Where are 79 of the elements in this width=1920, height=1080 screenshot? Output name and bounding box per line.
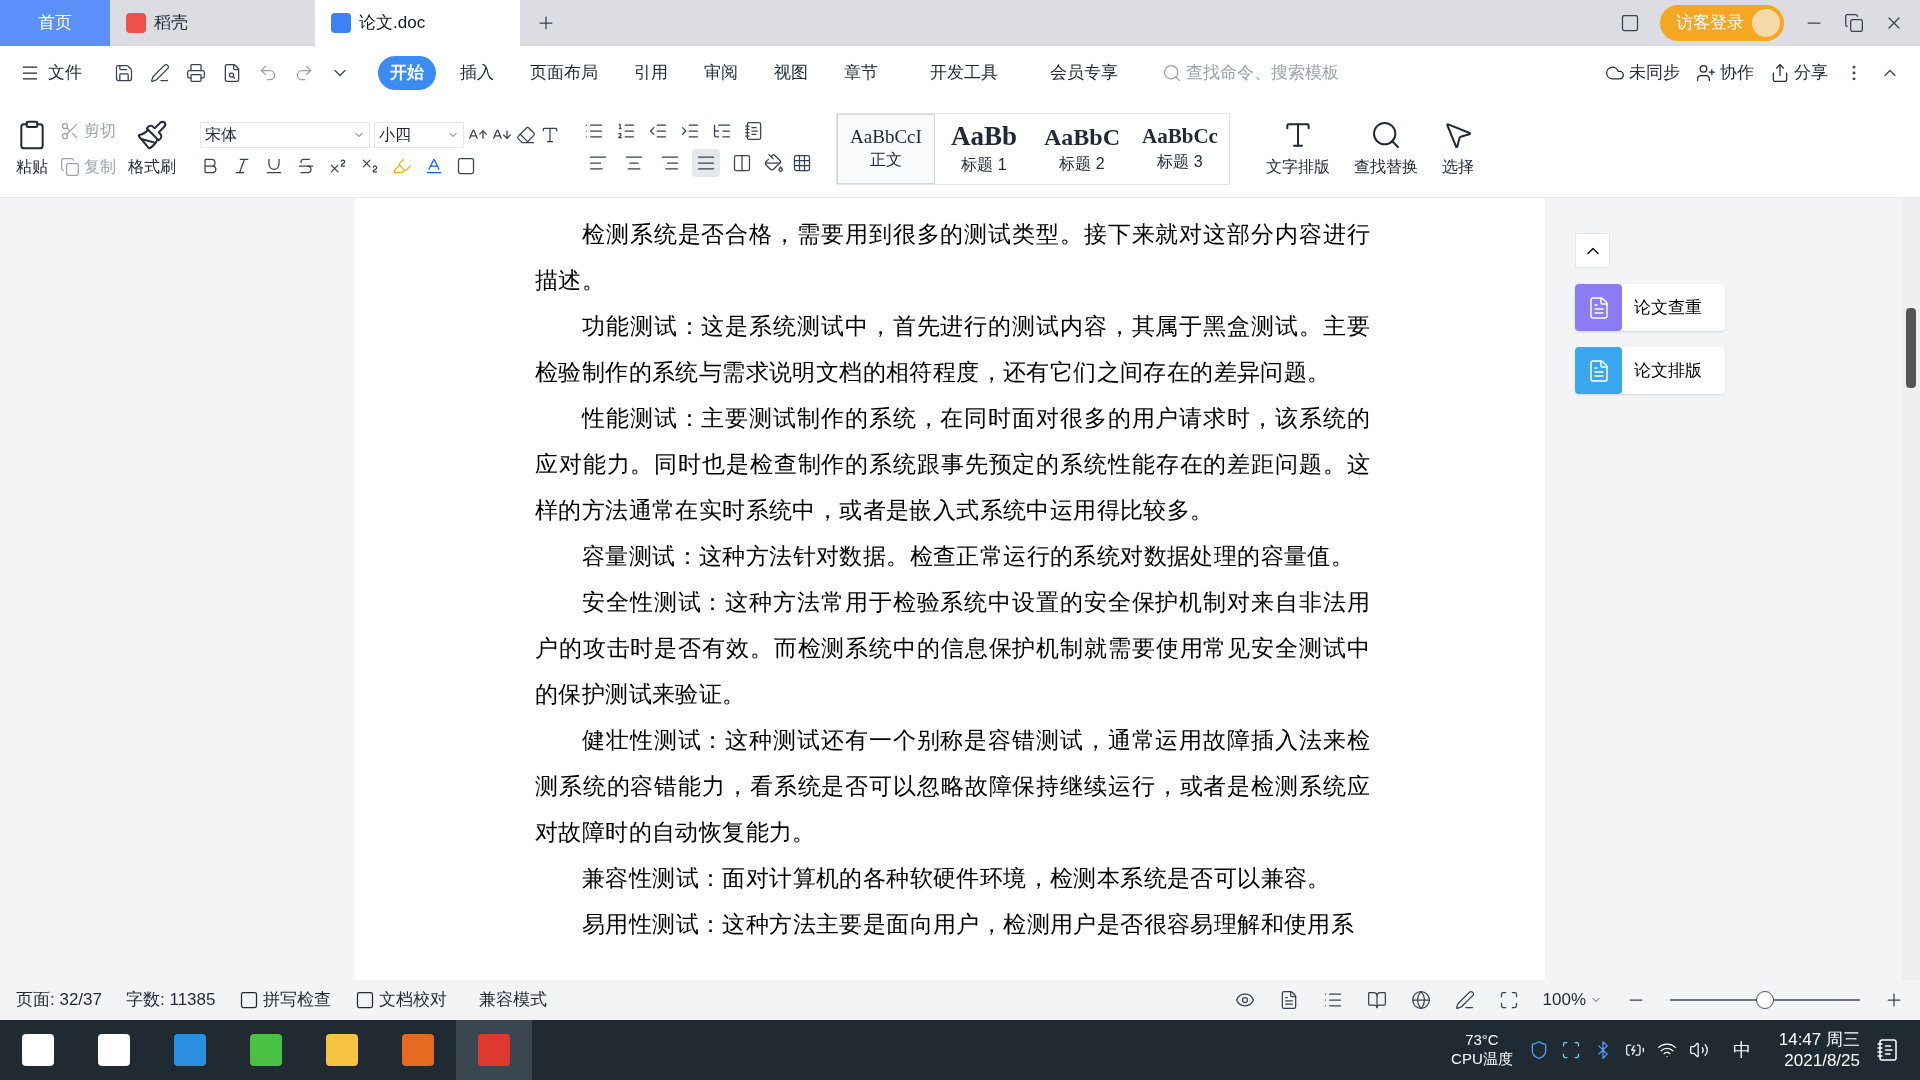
checkbox-icon bbox=[239, 990, 260, 1010]
print-icon[interactable] bbox=[186, 63, 206, 83]
style-preset[interactable]: AaBb 标题 1 bbox=[935, 113, 1033, 184]
zoom-dropdown[interactable]: 100% bbox=[1542, 987, 1602, 1013]
ribbon-tab[interactable]: 会员专享 bbox=[1038, 56, 1130, 90]
style-preset[interactable]: AaBbC 标题 2 bbox=[1033, 113, 1131, 184]
ribbon-tab[interactable]: 视图 bbox=[762, 56, 820, 90]
web-view-icon[interactable] bbox=[1410, 990, 1431, 1010]
window-layout-icon[interactable] bbox=[1620, 13, 1640, 33]
paragraph-icon[interactable] bbox=[744, 120, 764, 141]
ribbon-tool[interactable]: 选择 bbox=[1442, 118, 1474, 179]
document-tab[interactable]: 论文.doc bbox=[315, 0, 520, 46]
paragraph: 性能测试：主要测试制作的系统，在同时面对很多的用户请求时，该系统的应对能力。同时也是检查制作的系统跟事先预定的系统性能存在的差距问题。这样的方法通常在实时系统中，或者是嵌入式系统中运用得比较多。 bbox=[535, 405, 1370, 525]
status-check-button[interactable]: 拼写检查 bbox=[239, 987, 332, 1013]
restore-icon[interactable] bbox=[1844, 13, 1864, 33]
paragraph: 易用性测试：这种方法主要是面向用户，检测用户是否很容易理解和使用系 bbox=[581, 911, 1356, 939]
tray-app-icon[interactable] bbox=[1560, 1040, 1581, 1060]
paragraph: 安全性测试：这种方法常用于检验系统中设置的安全保护机制对来自非法用户的攻击时是否有效。而检测系统中的信息保护机制就需要使用常见安全测试中的保护测试来验证。 bbox=[535, 589, 1370, 709]
pen-icon[interactable] bbox=[1454, 990, 1475, 1010]
style-preset[interactable]: AaBbCc 标题 3 bbox=[1131, 113, 1229, 184]
paragraph: 兼容性测试：面对计算机的各种软硬件环境，检测本系统是否可以兼容。 bbox=[581, 865, 1332, 893]
clock[interactable]: 14:47 周三 2021/8/25 bbox=[1778, 1028, 1860, 1072]
format-painter-button[interactable]: 格式刷 bbox=[128, 118, 176, 179]
paste-button[interactable]: 粘贴 bbox=[16, 118, 48, 179]
compat-mode: 兼容模式 bbox=[479, 989, 548, 1012]
ribbon-tab[interactable]: 页面布局 bbox=[518, 56, 610, 90]
style-preset[interactable]: AaBbCcI 正文 bbox=[837, 113, 935, 184]
ribbon-tab[interactable]: 章节 bbox=[832, 56, 890, 90]
undo-icon[interactable] bbox=[258, 63, 278, 83]
toolbar-action[interactable]: 分享 bbox=[1770, 60, 1828, 86]
shading-icon[interactable] bbox=[764, 152, 784, 173]
print-preview-icon[interactable] bbox=[222, 63, 242, 83]
volume-icon[interactable] bbox=[1688, 1040, 1709, 1060]
cpu-temperature: 73°C bbox=[1465, 1031, 1499, 1050]
scrollbar[interactable] bbox=[1902, 198, 1920, 980]
status-check-button[interactable]: 文档校对 bbox=[355, 987, 448, 1013]
borders-icon[interactable] bbox=[792, 152, 812, 173]
paragraph: 健壮性测试：这种测试还有一个别称是容错测试，通常运用故障插入法来检测系统的容错能力，看系统是否可以忽略故障保持继续运行，或者是检测系统应对故障时的自动恢复能力。 bbox=[535, 727, 1370, 847]
cpu-temperature-label: CPU温度 bbox=[1451, 1050, 1513, 1069]
search-icon bbox=[1162, 63, 1182, 83]
toolbar-action[interactable]: 协作 bbox=[1696, 60, 1754, 86]
zoom-slider-thumb[interactable] bbox=[1756, 991, 1774, 1009]
scissors-icon bbox=[60, 120, 80, 141]
ribbon-tab[interactable]: 插入 bbox=[448, 56, 506, 90]
font-size-field[interactable]: 小四 bbox=[374, 121, 464, 148]
eraser-icon[interactable] bbox=[516, 124, 536, 145]
reading-view-icon[interactable] bbox=[1366, 990, 1387, 1010]
page-count: 页面: 32/37 bbox=[16, 989, 102, 1012]
save-icon[interactable] bbox=[114, 63, 134, 83]
fit-icon[interactable] bbox=[1498, 990, 1519, 1010]
brush-icon bbox=[136, 118, 168, 151]
notification-icon[interactable] bbox=[1876, 1038, 1900, 1062]
word-count: 字数: 11385 bbox=[126, 989, 216, 1012]
add-user-icon bbox=[1696, 63, 1716, 83]
share-icon bbox=[1770, 63, 1790, 83]
side-panel-button[interactable]: 论文排版 bbox=[1575, 347, 1725, 394]
pen-icon[interactable] bbox=[150, 63, 170, 83]
toolbar-action[interactable]: 未同步 bbox=[1605, 60, 1680, 86]
paragraph: 检测系统是否合格，需要用到很多的测试类型。接下来就对这部分内容进行描述。 bbox=[535, 221, 1370, 295]
ribbon-tab[interactable]: 审阅 bbox=[692, 56, 750, 90]
align-icon bbox=[732, 152, 752, 173]
ribbon-tool[interactable]: 文字排版 bbox=[1266, 118, 1330, 179]
side-panel-button[interactable]: 论文查重 bbox=[1575, 284, 1725, 331]
char-border-icon[interactable] bbox=[456, 155, 476, 176]
paragraph: 容量测试：这种方法针对数据。检查正常运行的系统对数据处理的容量值。 bbox=[581, 543, 1356, 571]
redo-icon[interactable] bbox=[294, 63, 314, 83]
ribbon-tab[interactable]: 开发工具 bbox=[918, 56, 1010, 90]
ribbon-tool[interactable]: 查找替换 bbox=[1354, 118, 1418, 179]
checkbox-icon bbox=[355, 990, 376, 1010]
file-menu[interactable]: 文件 bbox=[20, 60, 82, 86]
copy-icon bbox=[60, 156, 80, 177]
align-toggle[interactable] bbox=[692, 148, 720, 177]
document-logo-icon bbox=[331, 13, 351, 33]
app-logo-icon bbox=[126, 13, 146, 33]
input-method[interactable]: 中 bbox=[1732, 1036, 1751, 1064]
avatar-icon bbox=[1752, 9, 1780, 37]
font-field[interactable]: 宋体 bbox=[200, 121, 370, 148]
paragraph: 功能测试：这是系统测试中，首先进行的测试内容，其属于黑盒测试。主要检验制作的系统与需求说明文档的相符程度，还有它们之间存在的差异问题。 bbox=[535, 313, 1370, 387]
ribbon-tab[interactable]: 引用 bbox=[622, 56, 680, 90]
